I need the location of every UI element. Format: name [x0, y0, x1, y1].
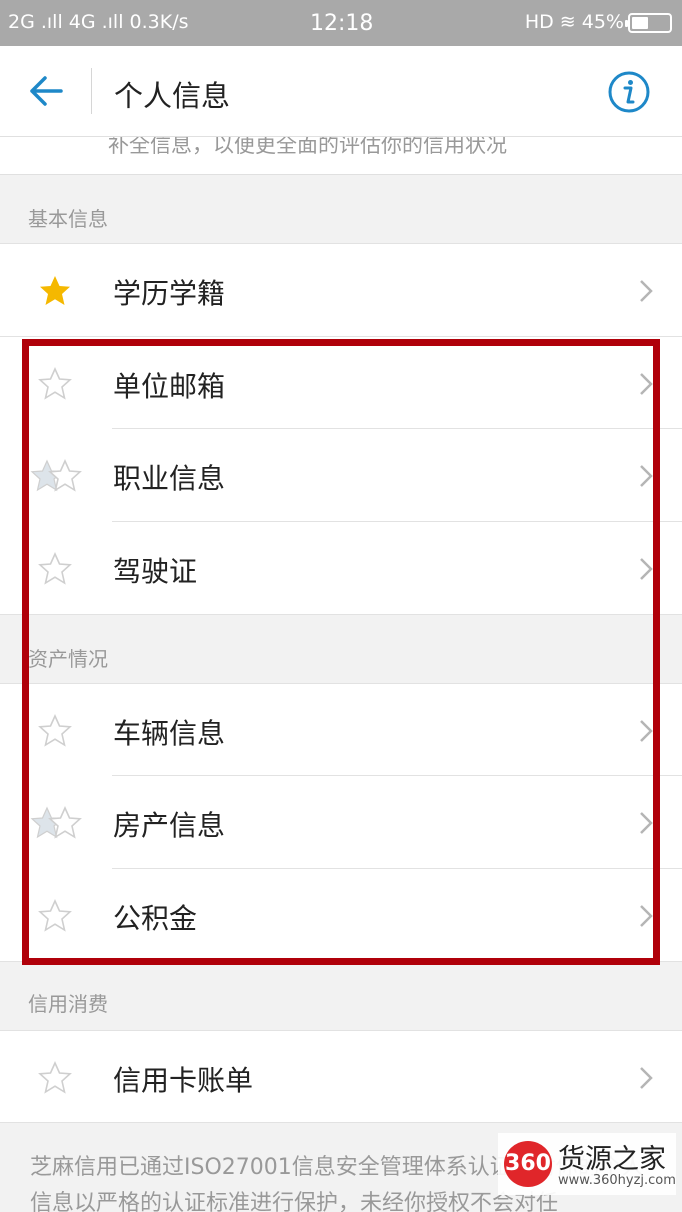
list-item-property[interactable]: 房产信息 [0, 776, 682, 869]
info-icon[interactable] [608, 71, 650, 113]
battery-level [632, 17, 649, 29]
chevron-right-icon [640, 1067, 653, 1089]
status-right: HD ≋ 45% [524, 11, 624, 33]
list-item-label: 学历学籍 [113, 277, 226, 310]
chevron-right-icon [640, 720, 653, 742]
star-filled-icon [40, 276, 70, 305]
list-item-label: 房产信息 [113, 809, 226, 842]
intro-text: 补全信息，以便更全面的评估你的信用状况 [108, 137, 507, 157]
list-item-label: 单位邮箱 [113, 370, 226, 403]
list-item-vehicle[interactable]: 车辆信息 [0, 683, 682, 776]
star-outline-icon [38, 367, 72, 400]
list-item-credit-card-bill[interactable]: 信用卡账单 [0, 1030, 682, 1123]
star-outline-icon [38, 899, 72, 932]
clock: 12:18 [310, 11, 374, 36]
section-header-assets: 资产情况 [0, 615, 682, 683]
battery-icon [625, 13, 672, 33]
section-title-basic: 基本信息 [28, 207, 108, 231]
watermark-title: 货源之家 [558, 1144, 666, 1175]
watermark: 360 货源之家 www.360hyzj.com [498, 1133, 676, 1195]
chevron-right-icon [640, 465, 653, 487]
list-item-label: 驾驶证 [113, 555, 198, 588]
list-item-label: 职业信息 [113, 462, 226, 495]
intro-strip: 补全信息，以便更全面的评估你的信用状况 [0, 137, 682, 175]
section-header-basic: 基本信息 [0, 176, 682, 243]
star-outline-icon [38, 552, 72, 585]
list-item-work-email[interactable]: 单位邮箱 [0, 336, 682, 429]
list-item-housing-fund[interactable]: 公积金 [0, 869, 682, 962]
nav-bar: 个人信息 [0, 46, 682, 137]
page-title: 个人信息 [114, 79, 231, 113]
section-title-credit: 信用消费 [28, 992, 108, 1016]
chevron-right-icon [640, 558, 653, 580]
list-item-drivers-license[interactable]: 驾驶证 [0, 522, 682, 615]
list-item-education[interactable]: 学历学籍 [0, 243, 682, 336]
section-title-assets: 资产情况 [28, 647, 108, 671]
back-arrow-icon[interactable] [28, 74, 64, 108]
chevron-right-icon [640, 373, 653, 395]
stars-double-icon [30, 806, 82, 839]
nav-divider [91, 68, 92, 114]
list-item-label: 信用卡账单 [113, 1064, 254, 1097]
list-item-label: 公积金 [113, 902, 198, 935]
network-status: 2G .ıll 4G .ıll 0.3K/s [8, 11, 189, 33]
list-item-occupation[interactable]: 职业信息 [0, 429, 682, 522]
chevron-right-icon [640, 812, 653, 834]
chevron-right-icon [640, 280, 653, 302]
watermark-logo: 360 [504, 1141, 552, 1187]
section-header-credit: 信用消费 [0, 962, 682, 1030]
status-bar: 2G .ıll 4G .ıll 0.3K/s 12:18 HD ≋ 45% [0, 0, 682, 46]
stars-double-icon [30, 459, 82, 492]
watermark-url: www.360hyzj.com [558, 1173, 676, 1188]
list-item-label: 车辆信息 [113, 717, 226, 750]
star-outline-icon [38, 714, 72, 747]
chevron-right-icon [640, 905, 653, 927]
star-outline-icon [38, 1061, 72, 1094]
